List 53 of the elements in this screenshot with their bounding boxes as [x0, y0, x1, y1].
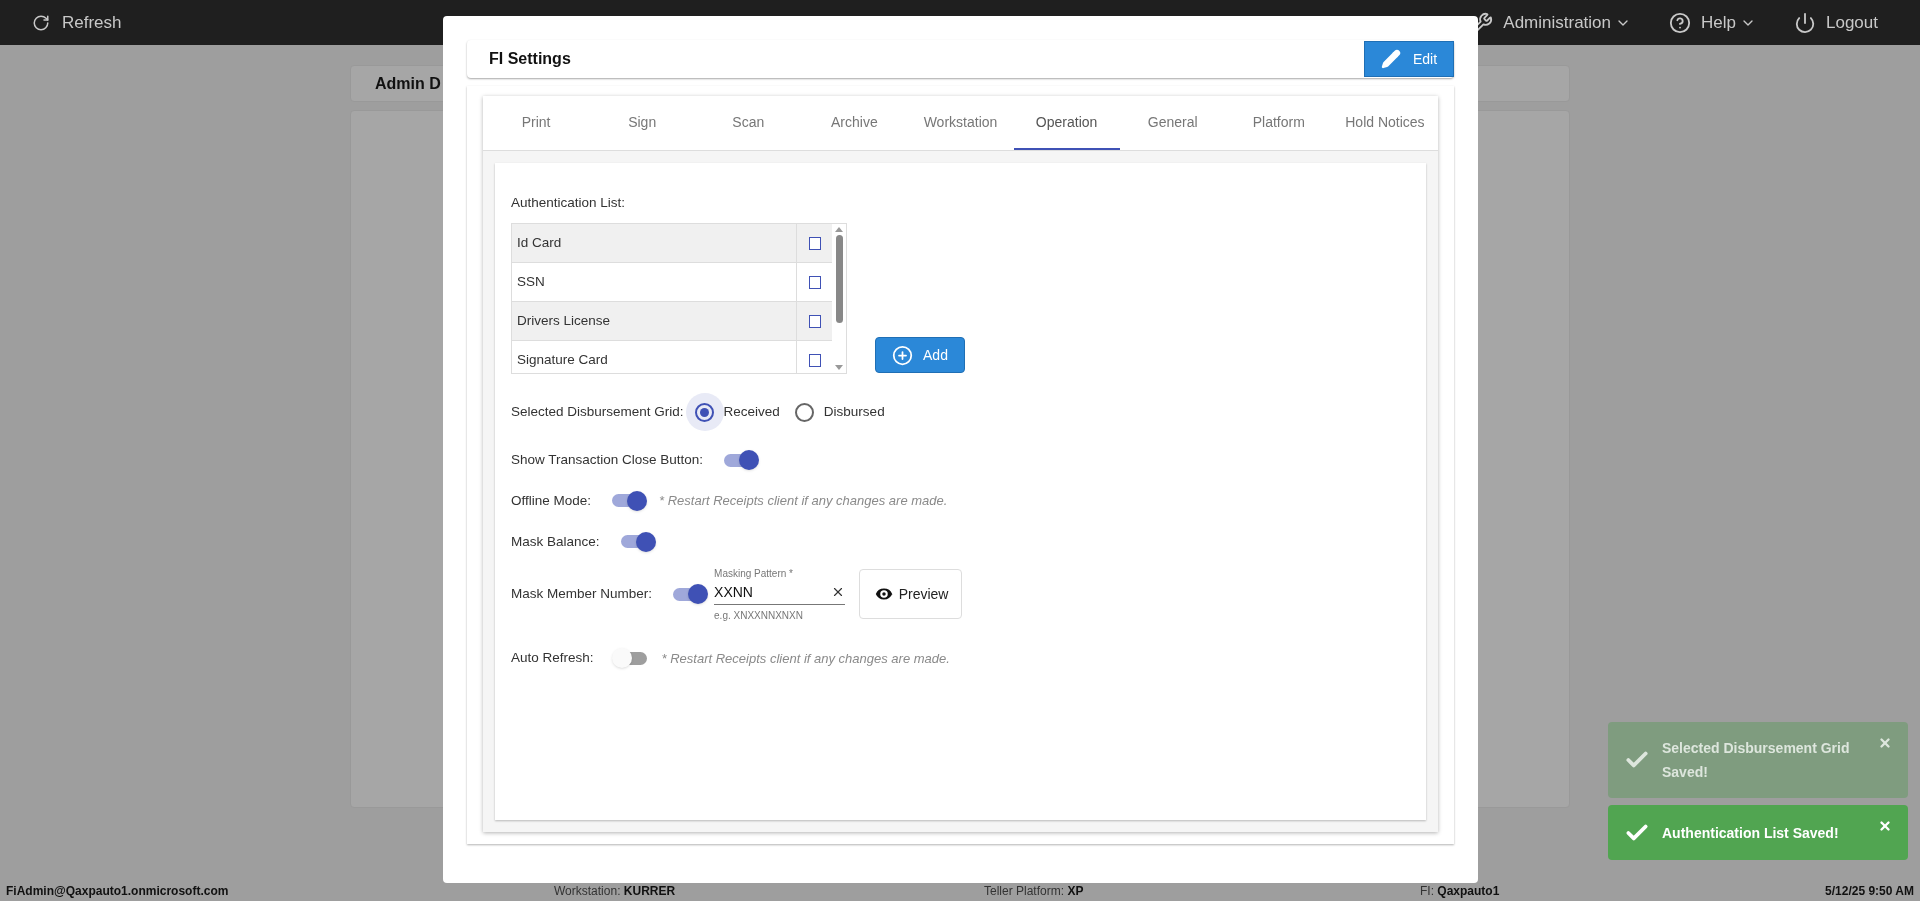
radio-option[interactable]: Received: [685, 393, 780, 432]
close-icon: [1878, 736, 1892, 750]
add-button[interactable]: Add: [875, 337, 965, 374]
preview-button[interactable]: Preview: [859, 569, 963, 620]
setting-label: Show Transaction Close Button:: [511, 451, 704, 470]
tab[interactable]: Hold Notices: [1331, 96, 1438, 150]
help-icon: [1669, 11, 1692, 34]
menu-button[interactable]: Help: [1669, 9, 1756, 36]
scroll-up-icon: [835, 226, 843, 233]
dialog-title: FI Settings: [489, 49, 571, 69]
setting-label: Mask Balance:: [511, 532, 600, 551]
checkbox[interactable]: [808, 275, 821, 289]
restart-note: * Restart Receipts client if any changes are made.: [659, 492, 948, 510]
checkbox[interactable]: [808, 236, 821, 250]
refresh-icon: [32, 13, 50, 32]
close-button[interactable]: [1878, 819, 1892, 833]
field-label: Authentication List:: [511, 194, 627, 212]
tab[interactable]: General: [1119, 96, 1226, 150]
refresh-button[interactable]: Refresh: [32, 9, 122, 36]
power-icon: [1794, 11, 1816, 34]
scroll-down-icon: [835, 365, 843, 372]
tab[interactable]: Platform: [1225, 96, 1332, 150]
tab[interactable]: Print: [483, 96, 590, 150]
pencil-icon: [1380, 49, 1401, 69]
edit-button[interactable]: Edit: [1364, 41, 1454, 77]
toast-message: Selected Disbursement Grid Saved!: [1662, 739, 1851, 782]
radio-option[interactable]: Disbursed: [785, 393, 885, 432]
restart-note: * Restart Receipts client if any changes are made.: [661, 649, 950, 668]
tab[interactable]: Workstation: [907, 96, 1014, 150]
tab[interactable]: Sign: [589, 96, 696, 150]
user-name: FiAdmin@Qaxpauto1.onmicrosoft.com: [6, 882, 230, 900]
menu-button[interactable]: Logout: [1794, 9, 1878, 36]
status-field: Teller Platform: XP: [984, 881, 1420, 900]
tab[interactable]: Archive: [801, 96, 908, 150]
plus-circle-icon: [892, 344, 914, 366]
status-field: FI: Qaxpauto1: [1420, 881, 1770, 900]
checkbox[interactable]: [808, 353, 821, 367]
card-title: Admin D: [375, 73, 441, 94]
masking-pattern-field[interactable]: XXNN: [714, 580, 846, 605]
close-icon: [1878, 819, 1892, 833]
status-field: Workstation: KURRER: [554, 881, 984, 900]
field-label: Selected Disbursement Grid:: [511, 403, 684, 422]
toast-message: Authentication List Saved!: [1662, 823, 1840, 843]
setting-label: Auto Refresh:: [511, 649, 594, 668]
field-hint: e.g. XNXXNNXNXN: [714, 608, 804, 623]
setting-label: Offline Mode:: [511, 491, 592, 510]
tab[interactable]: Scan: [695, 96, 802, 150]
checkbox[interactable]: [808, 314, 821, 328]
radio-button[interactable]: [685, 393, 724, 432]
date-time: 5/12/25 9:50 AM: [1825, 882, 1914, 900]
field-label: Masking Pattern *: [714, 566, 794, 581]
tab[interactable]: Operation: [1013, 96, 1120, 150]
setting-label: Mask Member Number:: [511, 585, 653, 604]
